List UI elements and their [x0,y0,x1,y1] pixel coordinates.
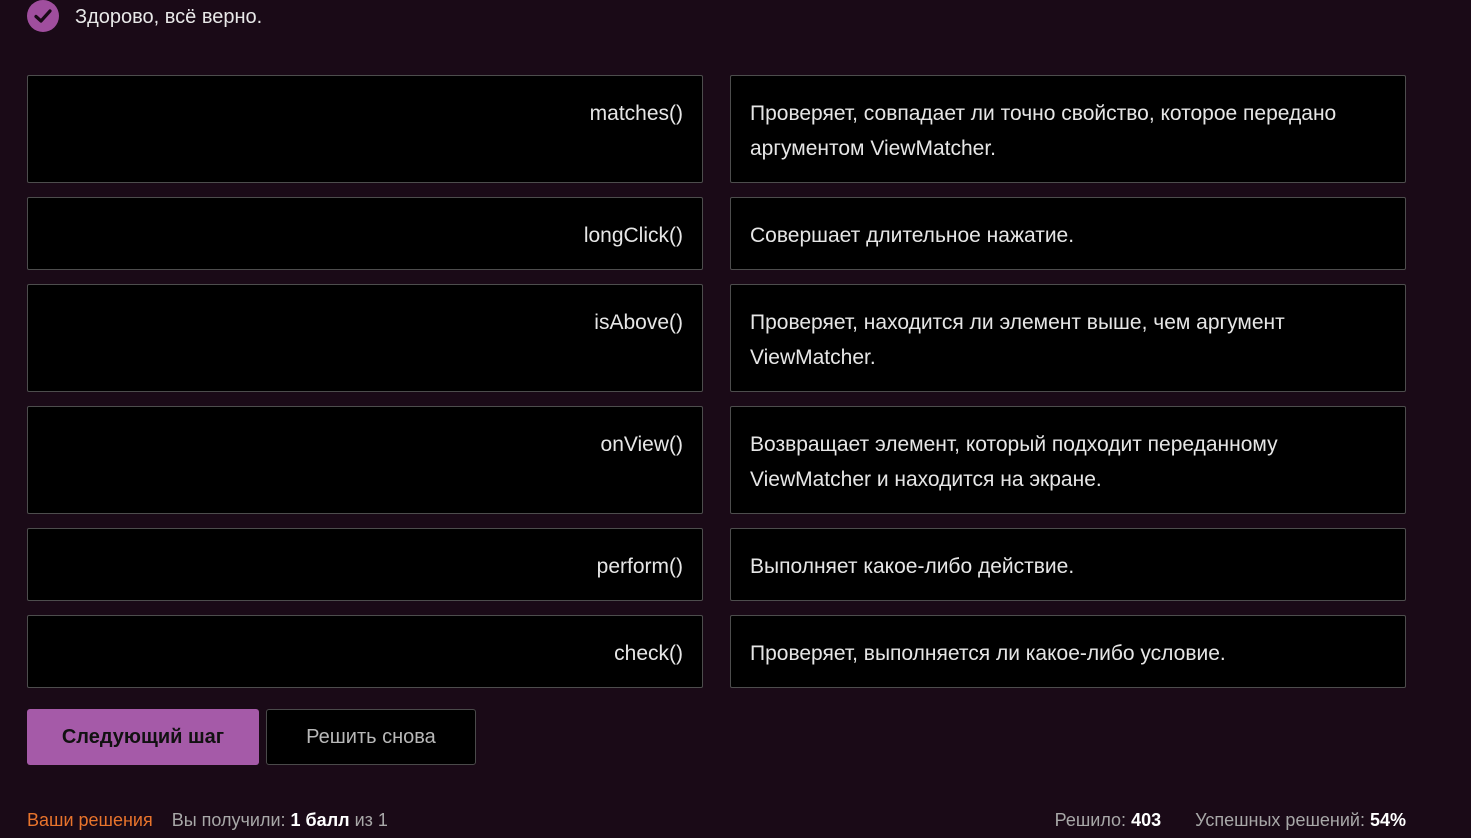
action-buttons: Следующий шаг Решить снова [27,709,476,765]
success-label: Успешных решений: [1195,810,1370,830]
pair-row: perform() Выполняет какое-либо действие. [27,528,1406,601]
pair-row: longClick() Совершает длительное нажатие… [27,197,1406,270]
result-status: Здорово, всё верно. [27,0,262,36]
footer-left: Ваши решения Вы получили: 1 балл из 1 [27,808,388,832]
pair-row: check() Проверяет, выполняется ли какое-… [27,615,1406,688]
footer-right: Решило: 403 Успешных решений: 54% [1055,808,1406,832]
term-cell[interactable]: longClick() [27,197,703,270]
definition-cell: Проверяет, находится ли элемент выше, че… [730,284,1406,392]
solve-again-button[interactable]: Решить снова [266,709,476,765]
definition-cell: Проверяет, выполняется ли какое-либо усл… [730,615,1406,688]
solved-label: Решило: [1054,810,1132,830]
success-rate: 54% [1369,810,1406,830]
term-cell[interactable]: onView() [27,406,703,514]
term-cell[interactable]: perform() [27,528,703,601]
check-icon [27,0,59,32]
status-message: Здорово, всё верно. [75,6,263,28]
your-solutions-link[interactable]: Ваши решения [27,810,153,830]
solved-count: 403 [1131,810,1162,830]
definition-cell: Выполняет какое-либо действие. [730,528,1406,601]
score-value: 1 балл [290,810,350,830]
definition-cell: Совершает длительное нажатие. [730,197,1406,270]
definition-cell: Проверяет, совпадает ли точно свойство, … [730,75,1406,183]
pair-row: matches() Проверяет, совпадает ли точно … [27,75,1406,183]
matching-pairs: matches() Проверяет, совпадает ли точно … [27,75,1406,702]
pair-row: isAbove() Проверяет, находится ли элемен… [27,284,1406,392]
pair-row: onView() Возвращает элемент, который под… [27,406,1406,514]
next-step-button[interactable]: Следующий шаг [27,709,259,765]
term-cell[interactable]: isAbove() [27,284,703,392]
definition-cell: Возвращает элемент, который подходит пер… [730,406,1406,514]
footer: Ваши решения Вы получили: 1 балл из 1 Реш… [27,808,1406,832]
score-suffix: из 1 [349,810,388,830]
term-cell[interactable]: check() [27,615,703,688]
score-prefix: Вы получили: [171,810,291,830]
term-cell[interactable]: matches() [27,75,703,183]
